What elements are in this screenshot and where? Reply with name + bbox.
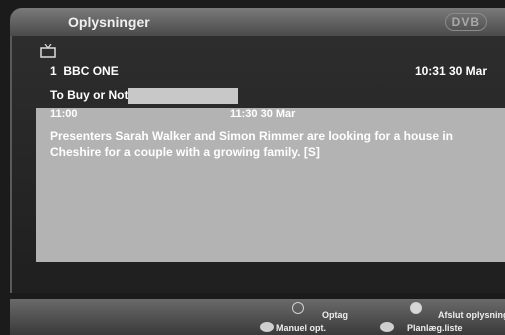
- info-panel: Oplysninger DVB 1 BBC ONE 10:31 30 Mar T…: [10, 8, 505, 293]
- schedule-list-icon: [380, 322, 394, 332]
- channel-number: 1: [50, 64, 57, 78]
- channel-name: BBC ONE: [63, 64, 119, 78]
- end-time: 11:30 30 Mar: [230, 108, 296, 120]
- button-bar: Optag Afslut oplysninger Manuel opt. Pla…: [10, 299, 505, 335]
- description-box: Presenters Sarah Walker and Simon Rimmer…: [36, 108, 505, 262]
- info-icon: [410, 302, 422, 314]
- channel-label: 1 BBC ONE: [50, 64, 119, 78]
- record-icon: [292, 302, 304, 314]
- exit-info-button[interactable]: Afslut oplysninger: [438, 310, 505, 320]
- start-time: 11:00: [50, 108, 78, 120]
- title-bar: Oplysninger DVB: [10, 8, 505, 36]
- progress-bar: [128, 88, 238, 104]
- divider: [10, 36, 12, 293]
- current-time: 10:31 30 Mar: [414, 64, 487, 78]
- panel-title: Oplysninger: [68, 14, 150, 30]
- manual-record-icon: [260, 322, 274, 332]
- dvb-logo: DVB: [444, 13, 487, 31]
- tv-icon: [40, 44, 56, 58]
- record-button[interactable]: Optag: [322, 310, 348, 320]
- schedule-list-button[interactable]: Planlæg.liste: [407, 323, 463, 333]
- manual-record-button[interactable]: Manuel opt.: [276, 323, 326, 333]
- programme-description: Presenters Sarah Walker and Simon Rimmer…: [50, 129, 454, 159]
